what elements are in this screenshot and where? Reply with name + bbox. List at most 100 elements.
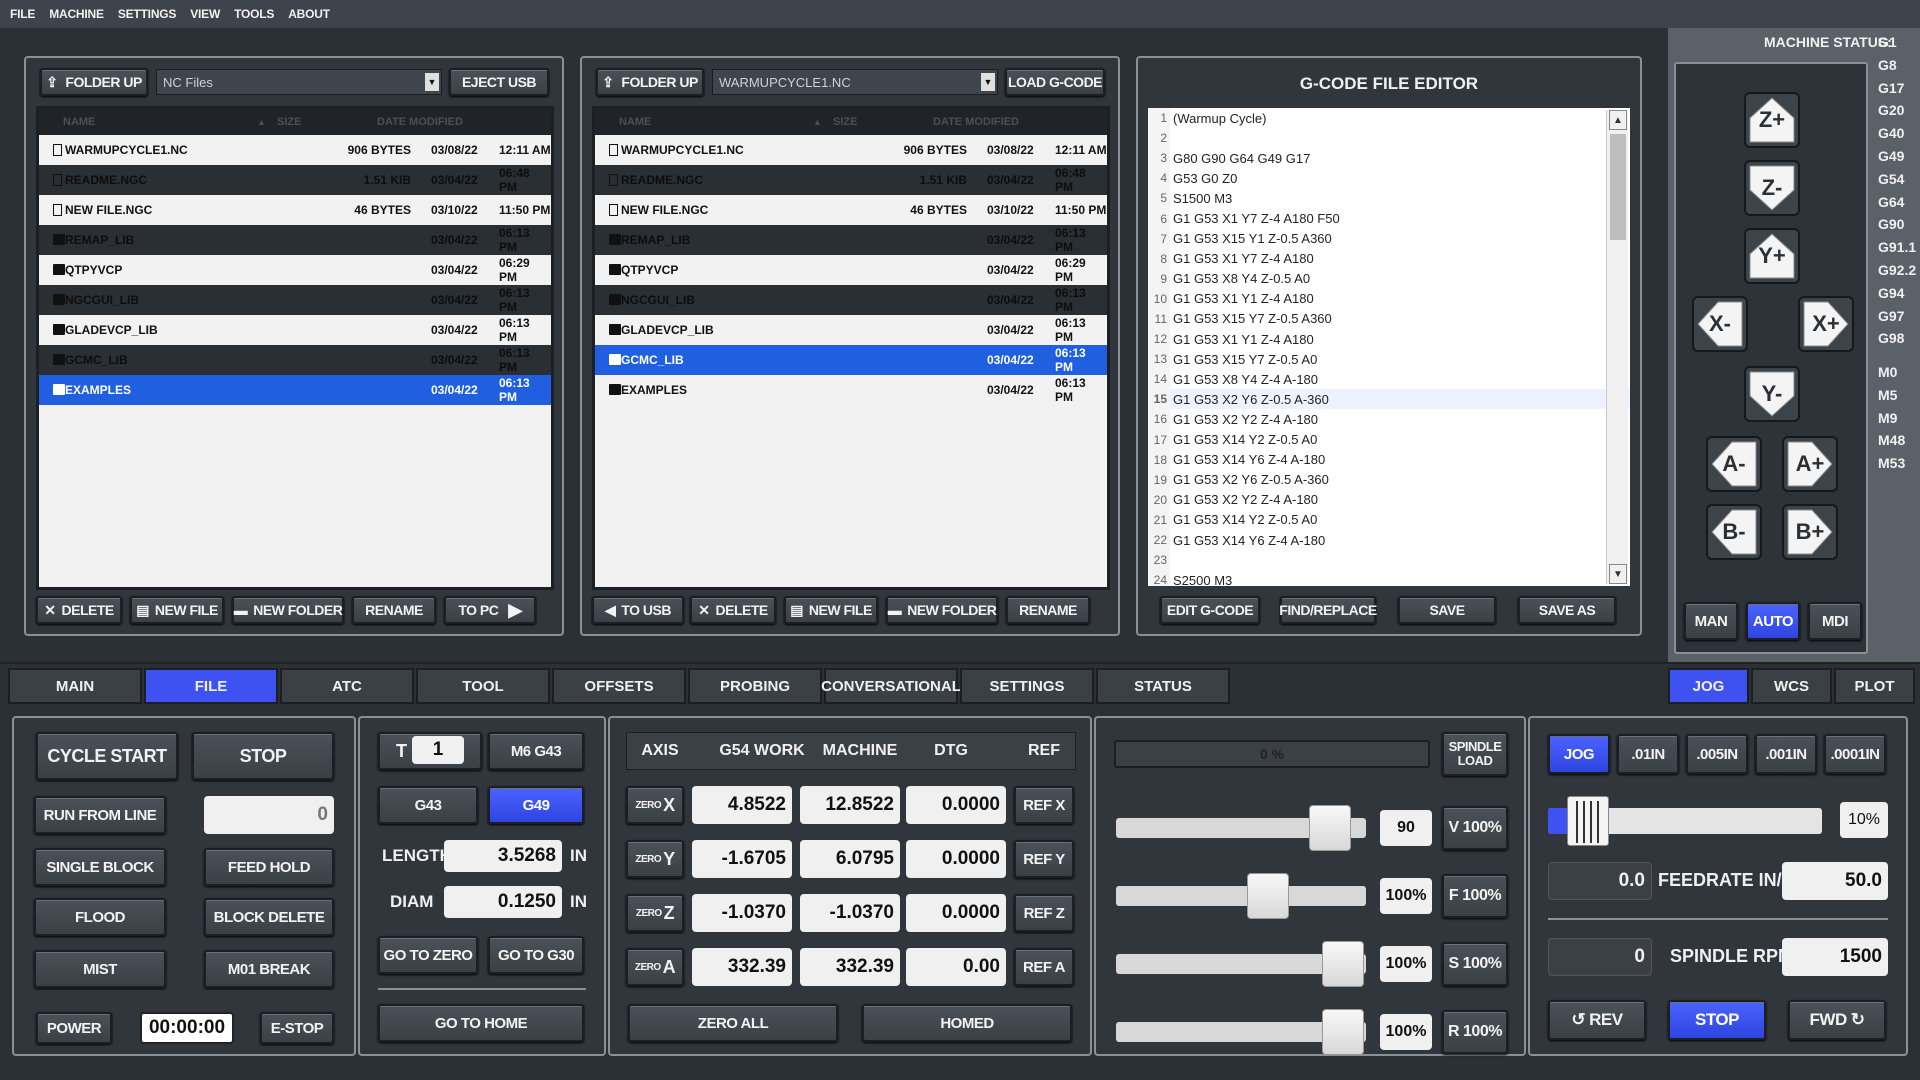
file-row[interactable]: EXAMPLES 03/04/22 06:13 PM [39,375,551,405]
jog-increment-button[interactable]: .005IN [1686,734,1748,774]
tab-tool[interactable]: TOOL [416,668,550,704]
spindle-rpm-setpoint[interactable]: 1500 [1782,938,1888,976]
gcode-line[interactable]: 10 G1 G53 X1 Y1 Z-4 A180 [1148,288,1630,309]
override-reset-button[interactable]: R 100% [1442,1010,1508,1054]
override-slider-handle[interactable] [1247,873,1290,919]
estop-button[interactable]: E-STOP [260,1012,334,1044]
jog-speed-handle[interactable] [1567,796,1610,846]
tab-jog[interactable]: JOG [1668,668,1749,704]
file-row[interactable]: NEW FILE.NGC 46 BYTES 03/10/22 11:50 PM [39,195,551,225]
file-row[interactable]: README.NGC 1.51 KIB 03/04/22 06:48 PM [595,165,1107,195]
ref-z-button[interactable]: REF Z [1014,894,1074,932]
jog-b-minusplus-button[interactable]: B+ [1782,504,1838,560]
tab-probing[interactable]: PROBING [688,668,822,704]
jog-a-minusplus-button[interactable]: A+ [1782,436,1838,492]
left-file-list[interactable]: NAME ▲ SIZE DATE MODIFIED WARMUPCYCLE1.NC 906… [36,106,554,590]
menu-settings[interactable]: SETTINGS [118,7,177,21]
homed-button[interactable]: HOMED [862,1004,1072,1042]
gcode-editor-text[interactable]: 1 (Warmup Cycle) 2 3 G80 G90 G64 G49 G17 4 G53… [1148,108,1630,586]
gcode-line[interactable]: 23 [1148,550,1630,571]
gcode-line[interactable]: 21 G1 G53 X14 Y2 Z-0.5 A0 [1148,509,1630,530]
menu-file[interactable]: FILE [10,7,35,21]
gcode-line[interactable]: 5 S1500 M3 [1148,188,1630,209]
gcode-line[interactable]: 20 G1 G53 X2 Y2 Z-4 A-180 [1148,489,1630,510]
header-date[interactable]: DATE MODIFIED [933,116,1019,128]
tab-main[interactable]: MAIN [8,668,142,704]
tab-settings[interactable]: SETTINGS [960,668,1094,704]
mode-mdi-button[interactable]: MDI [1808,602,1862,640]
gcode-line[interactable]: 1 (Warmup Cycle) [1148,108,1630,129]
m01-break-button[interactable]: M01 BREAK [204,950,334,988]
jog-x-minusplus-button[interactable]: X+ [1798,296,1854,352]
power-button[interactable]: POWER [36,1012,112,1044]
scroll-down-icon[interactable]: ▼ [1609,564,1627,584]
file-row[interactable]: REMAP_LIB 03/04/22 06:13 PM [39,225,551,255]
go-to-g30-button[interactable]: GO TO G30 [488,936,584,974]
gcode-line[interactable]: 18 G1 G53 X14 Y6 Z-4 A-180 [1148,449,1630,470]
stop-button[interactable]: STOP [192,732,334,780]
jog-increment-button[interactable]: .001IN [1755,734,1817,774]
override-reset-button[interactable]: S 100% [1442,942,1508,986]
mode-man-button[interactable]: MAN [1684,602,1738,640]
editor-scrollbar[interactable]: ▲ ▼ [1606,110,1628,584]
jog-b-minus-button[interactable]: B- [1706,504,1762,560]
file-row[interactable]: GLADEVCP_LIB 03/04/22 06:13 PM [595,315,1107,345]
spindle-stop-button[interactable]: STOP [1668,1000,1766,1040]
rename-button[interactable]: RENAME [1006,596,1090,624]
new-folder-button[interactable]: ▬ NEW FOLDER [232,596,344,624]
file-row[interactable]: QTPYVCP 03/04/22 06:29 PM [595,255,1107,285]
delete-button[interactable]: ✕ DELETE [690,596,776,624]
spindle-fwd-button[interactable]: FWD ↻ [1788,1000,1886,1040]
jog-z-minusplus-button[interactable]: Z+ [1744,92,1800,148]
gcode-line[interactable]: 24 S2500 M3 [1148,570,1630,586]
header-name[interactable]: NAME [619,116,651,128]
tab-conversational[interactable]: CONVERSATIONAL [821,668,961,704]
zero-y-button[interactable]: ZERO Y [626,840,684,878]
tab-file[interactable]: FILE [144,668,278,704]
nc-files-combo[interactable]: NC Files ▼ [156,69,442,95]
file-row[interactable]: NGCGUI_LIB 03/04/22 06:13 PM [595,285,1107,315]
header-size[interactable]: SIZE [277,116,301,128]
gcode-file-combo[interactable]: WARMUPCYCLE1.NC ▼ [712,69,998,95]
jog-y-minusplus-button[interactable]: Y+ [1744,228,1800,284]
flood-button[interactable]: FLOOD [34,898,166,936]
right-file-list[interactable]: NAME ▲ SIZE DATE MODIFIED WARMUPCYCLE1.NC 906… [592,106,1110,590]
save-as-button[interactable]: SAVE AS [1518,596,1616,624]
gcode-line[interactable]: 3 G80 G90 G64 G49 G17 [1148,148,1630,169]
override-reset-button[interactable]: V 100% [1442,806,1508,850]
header-name[interactable]: NAME [63,116,95,128]
file-row[interactable]: NEW FILE.NGC 46 BYTES 03/10/22 11:50 PM [595,195,1107,225]
tab-wcs[interactable]: WCS [1751,668,1832,704]
folder-up-button[interactable]: ⇪ FOLDER UP [40,68,148,96]
gcode-line[interactable]: 12 G1 G53 X1 Y1 Z-4 A180 [1148,329,1630,350]
override-slider-handle[interactable] [1321,941,1364,987]
override-slider[interactable] [1116,886,1366,906]
zero-x-button[interactable]: ZERO X [626,786,684,824]
menu-machine[interactable]: MACHINE [49,7,104,21]
tab-atc[interactable]: ATC [280,668,414,704]
zero-a-button[interactable]: ZERO A [626,948,684,986]
header-size[interactable]: SIZE [833,116,857,128]
gcode-line[interactable]: 11 G1 G53 X15 Y7 Z-0.5 A360 [1148,308,1630,330]
file-row[interactable]: GCMC_LIB 03/04/22 06:13 PM [39,345,551,375]
jog-y-minus-button[interactable]: Y- [1744,366,1800,422]
menu-tools[interactable]: TOOLS [234,7,274,21]
gcode-line[interactable]: 19 G1 G53 X2 Y6 Z-0.5 A-360 [1148,469,1630,490]
mode-auto-button[interactable]: AUTO [1746,602,1800,640]
single-block-button[interactable]: SINGLE BLOCK [34,848,166,886]
zero-all-button[interactable]: ZERO ALL [628,1004,838,1042]
override-reset-button[interactable]: F 100% [1442,874,1508,918]
jog-increment-button[interactable]: JOG [1548,734,1610,774]
tab-plot[interactable]: PLOT [1834,668,1915,704]
run-from-line-input[interactable]: 0 [204,796,334,834]
rename-button[interactable]: RENAME [352,596,436,624]
new-file-button[interactable]: ▤ NEW FILE [130,596,224,624]
gcode-line[interactable]: 9 G1 G53 X8 Y4 Z-0.5 A0 [1148,268,1630,289]
go-to-home-button[interactable]: GO TO HOME [378,1004,584,1042]
ref-y-button[interactable]: REF Y [1014,840,1074,878]
jog-x-minus-button[interactable]: X- [1692,296,1748,352]
delete-button[interactable]: ✕ DELETE [36,596,122,624]
tab-offsets[interactable]: OFFSETS [552,668,686,704]
ref-a-button[interactable]: REF A [1014,948,1074,986]
spindle-rev-button[interactable]: ↺ REV [1548,1000,1646,1040]
